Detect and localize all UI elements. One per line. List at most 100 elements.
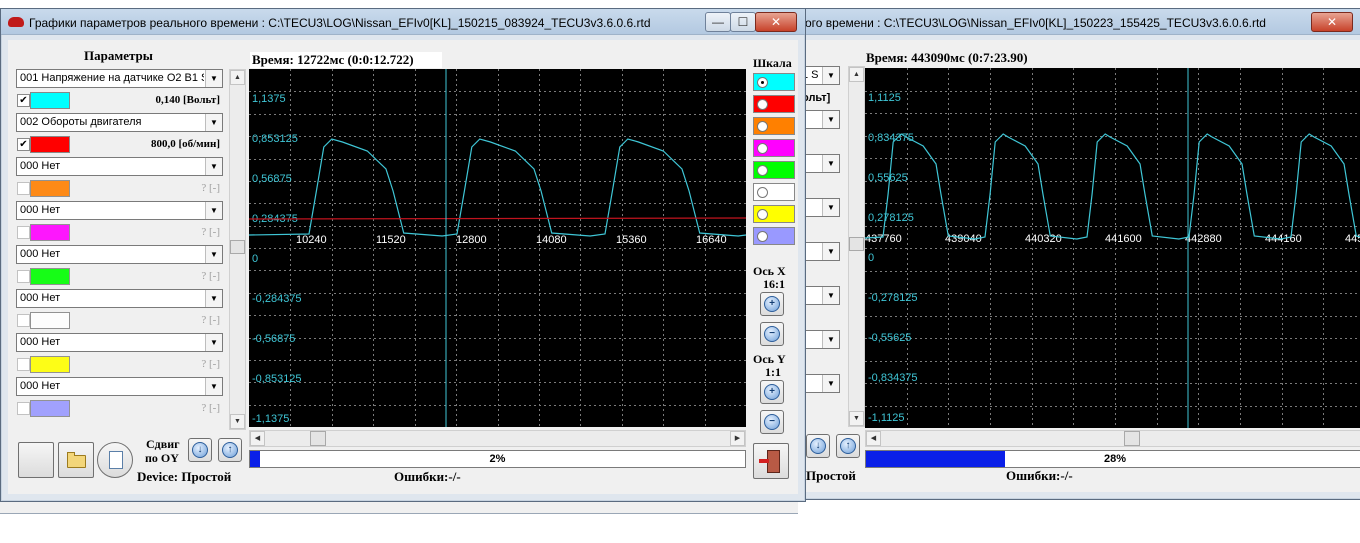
param-color-swatch-1[interactable] (30, 92, 70, 109)
param-combo-8[interactable]: 000 Нет ▼ (16, 377, 223, 396)
param-combo-3[interactable]: 000 Нет ▼ (16, 157, 223, 176)
scale-option-3[interactable] (753, 117, 795, 135)
exit-button[interactable] (753, 443, 789, 479)
scroll-up-arrow-icon[interactable]: ▲ (230, 70, 245, 85)
chevron-down-icon: ▼ (822, 243, 839, 260)
chevron-down-icon: ▼ (205, 246, 222, 263)
axis-x-ratio: 16:1 (763, 277, 785, 291)
graph-window-back[interactable]: ого времени : C:\TECU3\LOG\Nissan_EFIv0[… (798, 8, 1360, 500)
chevron-down-icon: ▼ (205, 334, 222, 351)
blank-button[interactable] (18, 442, 54, 478)
back-shift-up-button[interactable]: ↑ (836, 434, 860, 458)
shift-up-button[interactable]: ↑ (218, 438, 242, 462)
scale-option-4[interactable] (753, 139, 795, 157)
folder-icon (67, 455, 86, 468)
param-combo-7[interactable]: 000 Нет ▼ (16, 333, 223, 352)
chevron-down-icon: ▼ (205, 290, 222, 307)
back-plot-area[interactable]: 1,1125 0,834375 0,55625 0,278125 0 -0,278125-… (865, 68, 1360, 428)
save-file-button[interactable] (97, 442, 133, 478)
param-value-5: ? [-] (201, 270, 220, 282)
params-vscrollbar[interactable]: ▲ ▼ (229, 69, 246, 430)
param-combo-text: 002 Обороты двигателя (20, 116, 142, 128)
chevron-down-icon: ▼ (822, 155, 839, 172)
back-x-tick-label: 441600 (1105, 233, 1142, 245)
scroll-left-arrow-icon[interactable]: ◀ (866, 431, 881, 446)
scale-option-6[interactable] (753, 183, 795, 201)
param-visible-checkbox-8[interactable] (17, 402, 30, 415)
param-visible-checkbox-6[interactable] (17, 314, 30, 327)
minimize-button[interactable]: — (705, 12, 731, 32)
front-hscrollbar[interactable]: ◀ ▶ (249, 430, 746, 447)
param-combo-text: 000 Нет (20, 248, 61, 260)
scroll-right-arrow-icon[interactable]: ▶ (730, 431, 745, 446)
back-vscrollbar[interactable]: ▲ ▼ (848, 66, 865, 427)
param-combo-6[interactable]: 000 Нет ▼ (16, 289, 223, 308)
back-close-button[interactable]: ✕ (1311, 12, 1353, 32)
background-window-fragment: р (0, 484, 798, 514)
shift-down-button[interactable]: ↓ (188, 438, 212, 462)
param-visible-checkbox-2[interactable]: ✔ (17, 138, 30, 151)
engine-rpm-series-line (249, 217, 746, 220)
param-combo-4[interactable]: 000 Нет ▼ (16, 201, 223, 220)
axis-x-zoom-in-button[interactable]: + (760, 292, 784, 316)
scroll-thumb[interactable] (230, 240, 245, 254)
front-plot-area[interactable]: 1,1375 0,853125 0,56875 0,284375 0 -0,284375-… (249, 69, 746, 427)
param-color-swatch-3[interactable] (30, 180, 70, 197)
scale-option-1[interactable] (753, 73, 795, 91)
hscroll-thumb[interactable] (310, 431, 326, 446)
scroll-down-arrow-icon[interactable]: ▼ (230, 414, 245, 429)
scale-option-8[interactable] (753, 227, 795, 245)
scroll-thumb[interactable] (849, 237, 864, 251)
scroll-left-arrow-icon[interactable]: ◀ (250, 431, 265, 446)
scale-header: Шкала (753, 56, 792, 70)
graph-window-front[interactable]: Графики параметров реального времени : C… (0, 8, 806, 502)
axis-x-zoom-out-button[interactable]: − (760, 322, 784, 346)
param-color-swatch-6[interactable] (30, 312, 70, 329)
param-combo-1[interactable]: 001 Напряжение на датчике O2 B1 S ▼ (16, 69, 223, 88)
chevron-down-icon: ▼ (822, 331, 839, 348)
param-visible-checkbox-3[interactable] (17, 182, 30, 195)
scroll-up-arrow-icon[interactable]: ▲ (849, 67, 864, 82)
maximize-button[interactable]: ☐ (730, 12, 756, 32)
param-combo-2[interactable]: 002 Обороты двигателя ▼ (16, 113, 223, 132)
back-client: 1 S ▼ ольт] ▼ ▼ ▼ ▼ ▼ ▼ ▼ ▲ ▼ Время: 443… (798, 40, 1360, 492)
axis-y-zoom-in-button[interactable]: + (760, 380, 784, 404)
front-titlebar[interactable]: Графики параметров реального времени : C… (1, 9, 805, 35)
param-visible-checkbox-4[interactable] (17, 226, 30, 239)
param-color-swatch-4[interactable] (30, 224, 70, 241)
front-y-tick-label: 1,1375 (252, 93, 286, 105)
scale-radio-icon (757, 121, 768, 132)
back-hscrollbar[interactable]: ◀ (865, 430, 1360, 447)
exit-arrow-icon (759, 459, 769, 463)
param-combo-text: 000 Нет (20, 204, 61, 216)
back-progress-bar: 28% (865, 450, 1360, 468)
param-color-swatch-7[interactable] (30, 356, 70, 373)
back-errors-label: Ошибки:-/- (1006, 468, 1073, 483)
scale-option-2[interactable] (753, 95, 795, 113)
param-visible-checkbox-5[interactable] (17, 270, 30, 283)
axis-y-zoom-out-button[interactable]: − (760, 410, 784, 434)
param-color-swatch-8[interactable] (30, 400, 70, 417)
scroll-down-arrow-icon[interactable]: ▼ (849, 411, 864, 426)
close-button[interactable]: ✕ (755, 12, 797, 32)
chevron-down-icon: ▼ (822, 375, 839, 392)
chevron-down-icon: ▼ (205, 158, 222, 175)
zoom-in-icon: + (764, 296, 780, 312)
param-combo-text: 001 Напряжение на датчике O2 B1 S (20, 72, 204, 84)
param-combo-5[interactable]: 000 Нет ▼ (16, 245, 223, 264)
param-color-swatch-2[interactable] (30, 136, 70, 153)
param-color-swatch-5[interactable] (30, 268, 70, 285)
param-value-3: ? [-] (201, 182, 220, 194)
hscroll-thumb[interactable] (1124, 431, 1140, 446)
param-value-7: ? [-] (201, 358, 220, 370)
back-shift-down-button[interactable]: ↓ (806, 434, 830, 458)
scale-option-7[interactable] (753, 205, 795, 223)
param-combo-text: 000 Нет (20, 160, 61, 172)
axis-y-ratio: 1:1 (765, 365, 781, 379)
scale-radio-icon (757, 231, 768, 242)
param-visible-checkbox-7[interactable] (17, 358, 30, 371)
open-folder-button[interactable] (58, 442, 94, 478)
scale-option-5[interactable] (753, 161, 795, 179)
back-titlebar[interactable]: ого времени : C:\TECU3\LOG\Nissan_EFIv0[… (799, 9, 1360, 35)
param-visible-checkbox-1[interactable]: ✔ (17, 94, 30, 107)
